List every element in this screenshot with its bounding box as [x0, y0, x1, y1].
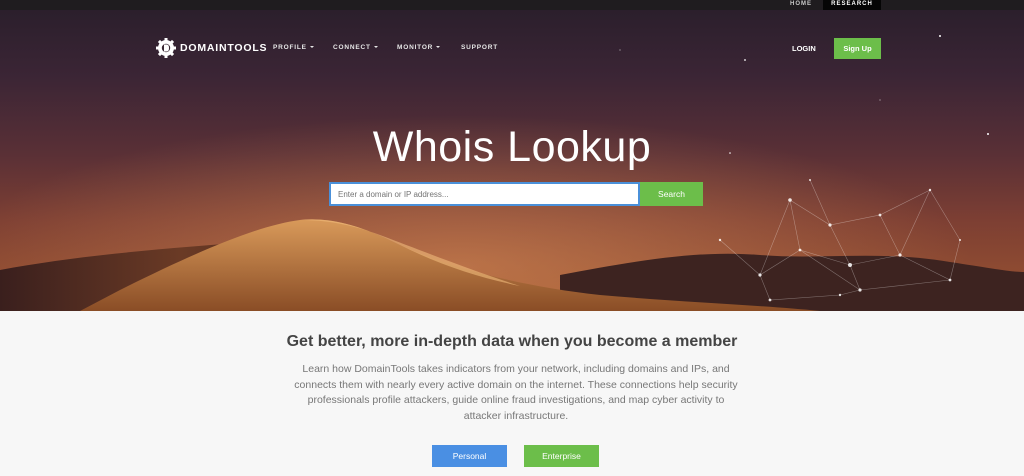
personal-button[interactable]: Personal — [432, 445, 507, 467]
promo-description: Learn how DomainTools takes indicators f… — [294, 363, 738, 422]
login-link[interactable]: LOGIN — [792, 44, 816, 53]
home-link[interactable]: HOME — [790, 0, 812, 10]
domaintools-gear-logo-icon — [156, 38, 176, 58]
hero-banner: DOMAINTOOLS PROFILE CONNECT MONITOR SUPP… — [0, 10, 1024, 311]
enterprise-button[interactable]: Enterprise — [524, 445, 599, 467]
brand-name: DOMAINTOOLS — [180, 42, 268, 54]
brand-logo[interactable]: DOMAINTOOLS — [156, 38, 267, 58]
nav-profile-label: PROFILE — [273, 44, 307, 51]
signup-button[interactable]: Sign Up — [834, 38, 881, 59]
nav-connect-label: CONNECT — [333, 44, 371, 51]
nav-support[interactable]: SUPPORT — [461, 44, 498, 54]
nav-monitor-label: MONITOR — [397, 44, 434, 51]
nav-profile[interactable]: PROFILE — [273, 44, 314, 54]
nav-support-label: SUPPORT — [461, 44, 499, 51]
search-button[interactable]: Search — [640, 182, 703, 206]
top-utility-bar: HOME RESEARCH — [0, 0, 1024, 10]
domain-search-input[interactable] — [329, 182, 640, 206]
nav-monitor[interactable]: MONITOR — [397, 44, 441, 54]
nav-connect[interactable]: CONNECT — [333, 44, 378, 54]
caret-down-icon — [373, 46, 378, 49]
caret-down-icon — [309, 46, 314, 49]
page-title: Whois Lookup — [372, 123, 652, 171]
promo-heading: Get better, more in-depth data when you … — [286, 333, 738, 350]
research-link[interactable]: RESEARCH — [823, 0, 881, 10]
caret-down-icon — [436, 46, 441, 49]
